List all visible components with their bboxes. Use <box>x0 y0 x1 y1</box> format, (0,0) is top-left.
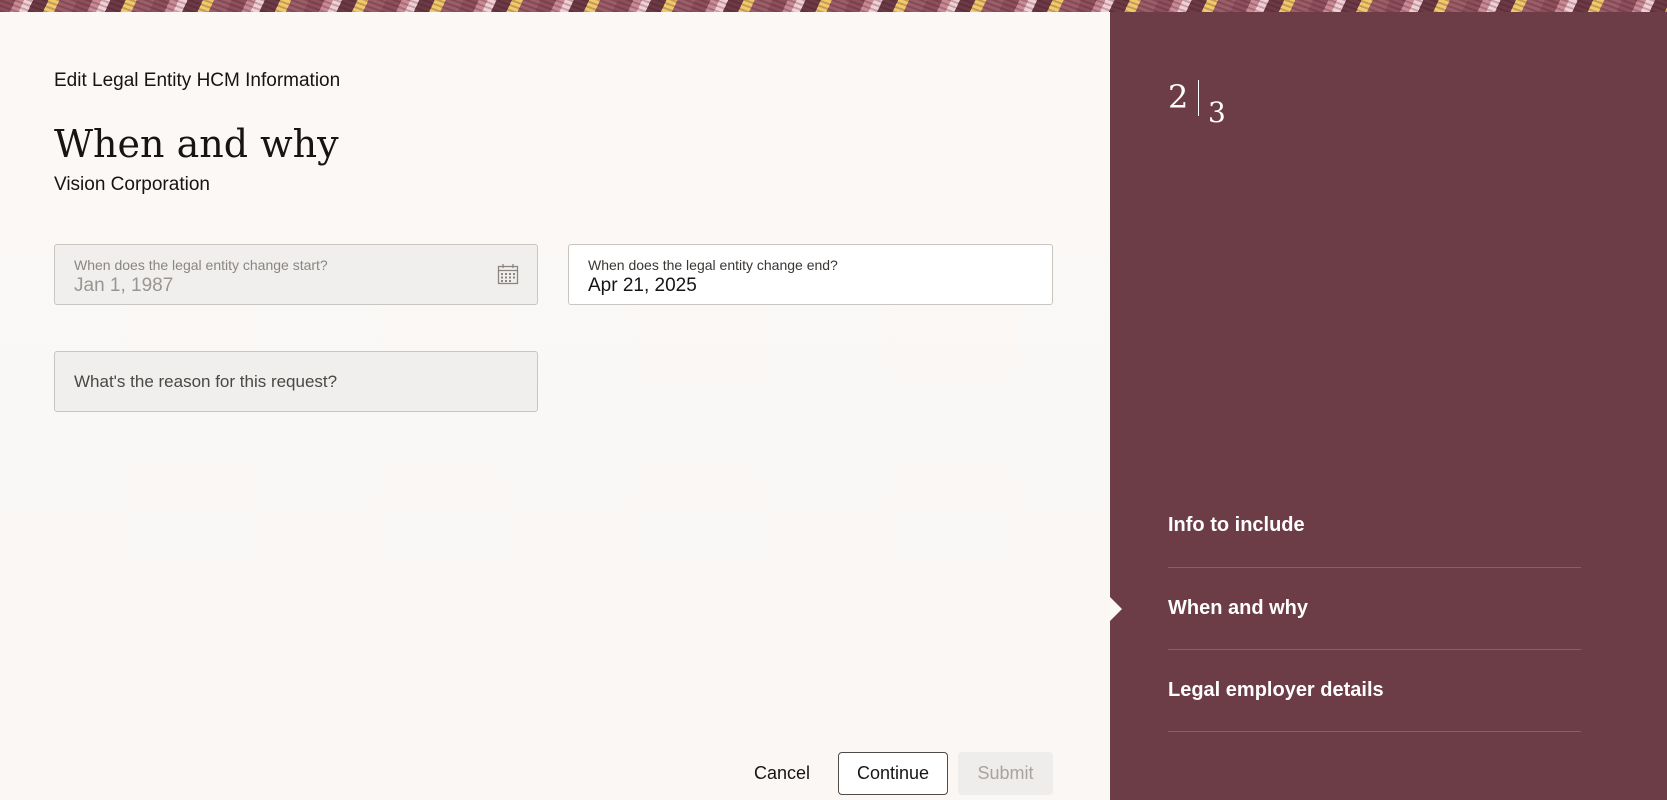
step-label: Legal employer details <box>1168 679 1384 701</box>
total-steps-number: 3 <box>1208 96 1226 129</box>
end-date-label: When does the legal entity change end? <box>588 257 838 273</box>
page-title: When and why <box>54 122 339 166</box>
step-list: Info to include When and why Legal emplo… <box>1168 484 1581 732</box>
page-header: Edit Legal Entity HCM Information <box>54 70 341 91</box>
end-date-value[interactable]: Apr 21, 2025 <box>588 275 697 297</box>
step-legal-employer-details[interactable]: Legal employer details <box>1168 650 1581 732</box>
cancel-button[interactable]: Cancel <box>740 752 824 795</box>
reason-placeholder: What's the reason for this request? <box>74 372 338 391</box>
start-date-label: When does the legal entity change start? <box>74 257 328 273</box>
decorative-banner <box>0 0 1667 12</box>
banner-pattern <box>0 0 1667 12</box>
start-date-field: When does the legal entity change start?… <box>54 244 538 305</box>
start-date-value: Jan 1, 1987 <box>74 275 174 296</box>
guided-process-sidebar: 2 3 Info to include When and why Legal e… <box>1110 12 1667 800</box>
step-label: When and why <box>1168 597 1308 619</box>
end-date-field[interactable]: When does the legal entity change end? A… <box>568 244 1053 305</box>
step-divider <box>1198 80 1199 116</box>
continue-button[interactable]: Continue <box>838 752 948 795</box>
step-label: Info to include <box>1168 514 1305 536</box>
step-when-and-why[interactable]: When and why <box>1168 568 1581 650</box>
active-step-pointer-icon <box>1110 597 1122 621</box>
current-step-number: 2 <box>1168 78 1189 116</box>
main-panel: Edit Legal Entity HCM Information When a… <box>0 12 1110 800</box>
submit-button[interactable]: Submit <box>958 752 1053 795</box>
reason-field[interactable]: What's the reason for this request? <box>54 351 538 412</box>
page-subtitle: Vision Corporation <box>54 174 210 195</box>
step-info-to-include[interactable]: Info to include <box>1168 484 1581 568</box>
calendar-icon <box>497 264 519 285</box>
